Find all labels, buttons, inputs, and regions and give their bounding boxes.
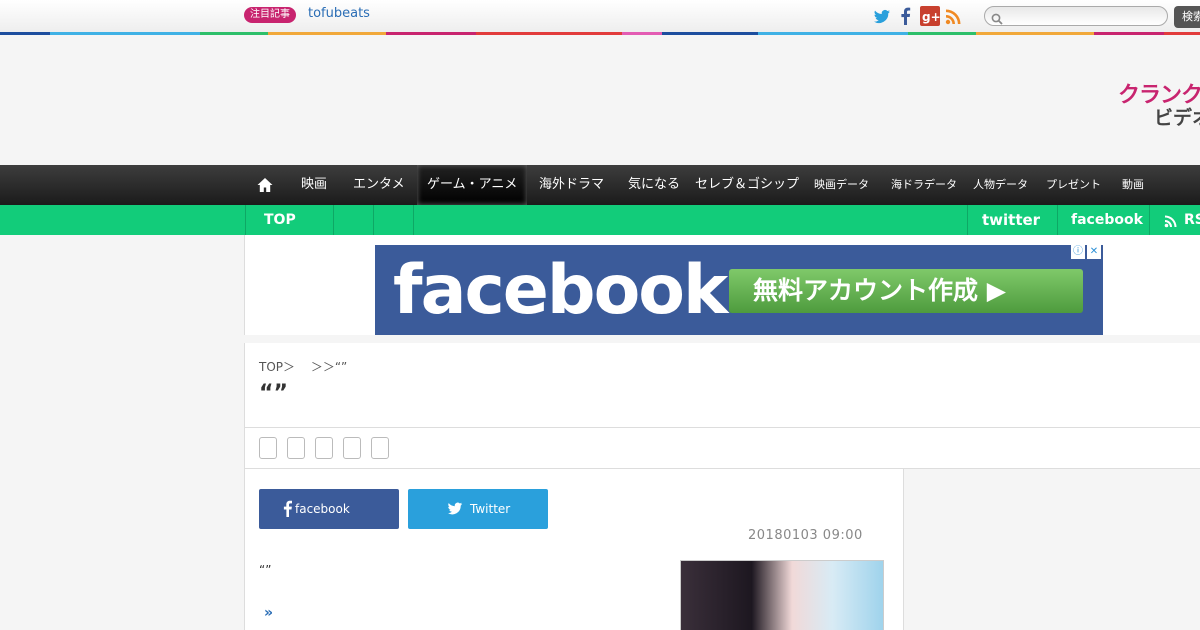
ad-brand: facebook (393, 251, 728, 330)
facebook-icon[interactable] (896, 6, 916, 26)
top-bar: 注目記事 tofubeats g+ 検索 (0, 0, 1200, 32)
search-input[interactable] (984, 6, 1168, 26)
twitter-icon (446, 499, 464, 517)
hot-topic-link[interactable]: tofubeats (308, 6, 370, 21)
top-social-icons: g+ (872, 6, 964, 26)
rss-icon (1164, 213, 1178, 228)
svg-text:g+: g+ (922, 10, 940, 24)
share-box[interactable] (259, 437, 277, 459)
read-more-link[interactable]: » (264, 605, 273, 621)
nav-item-drama-data[interactable]: 海ドラデータ (891, 165, 957, 205)
nav-item-present[interactable]: プレゼント (1046, 165, 1101, 205)
share-box[interactable] (287, 437, 305, 459)
nav-item-curious[interactable]: 気になる (628, 165, 680, 205)
nav-item-game-anime[interactable]: ゲーム・アニメ (417, 165, 528, 205)
search-icon (991, 10, 1003, 25)
share-box[interactable] (315, 437, 333, 459)
subnav-twitter[interactable]: twitter (982, 205, 1040, 235)
twitter-share-label: Twitter (470, 502, 511, 516)
subnav-rss[interactable]: RSS (1184, 205, 1200, 235)
ad-banner[interactable]: facebook 無料アカウント作成 ▶ ⓘ ✕ (375, 245, 1103, 335)
nav-item-movies[interactable]: 映画 (301, 165, 327, 205)
page-title: “” (259, 381, 288, 406)
nav-item-movie-data[interactable]: 映画データ (814, 165, 869, 205)
twitter-icon[interactable] (872, 6, 892, 26)
article-content: facebook Twitter 20180103 09:00 “” » (244, 469, 904, 630)
google-plus-icon[interactable]: g+ (920, 6, 941, 26)
main-nav: 映画 エンタメ ゲーム・アニメ 海外ドラマ 気になる セレブ＆ゴシップ 映画デー… (0, 165, 1200, 205)
share-box[interactable] (343, 437, 361, 459)
subnav-top[interactable]: TOP (264, 205, 296, 235)
search-button[interactable]: 検索 (1174, 6, 1200, 28)
nav-item-video[interactable]: 動画 (1122, 165, 1144, 205)
article-body: “” (259, 563, 272, 577)
hot-topics-badge: 注目記事 (244, 7, 296, 23)
article-header: TOP＞ ＞＞“” “” (244, 343, 1200, 469)
twitter-share-button[interactable]: Twitter (408, 489, 548, 529)
home-icon[interactable] (256, 176, 274, 194)
ad-cta-button[interactable]: 無料アカウント作成 ▶ (729, 269, 1083, 313)
site-logo-sub[interactable]: ビデオ (1154, 103, 1200, 130)
breadcrumb[interactable]: TOP＞ ＞＞“” (259, 358, 347, 375)
ad-close-icon[interactable]: ✕ (1087, 245, 1101, 259)
article-image[interactable] (680, 560, 884, 630)
facebook-share-button[interactable]: facebook (259, 489, 399, 529)
nav-item-entertainment[interactable]: エンタメ (353, 165, 405, 205)
nav-item-people-data[interactable]: 人物データ (973, 165, 1028, 205)
ad-info-icon[interactable]: ⓘ (1071, 245, 1085, 259)
nav-item-celeb-gossip[interactable]: セレブ＆ゴシップ (695, 165, 799, 205)
share-box[interactable] (371, 437, 389, 459)
facebook-share-label: facebook (295, 502, 350, 516)
subnav-facebook[interactable]: facebook (1071, 205, 1143, 235)
site-header: クランクイ ビデオ (0, 35, 1200, 165)
nav-item-overseas-drama[interactable]: 海外ドラマ (539, 165, 604, 205)
sub-nav: TOP twitter facebook RSS (0, 205, 1200, 235)
rss-icon[interactable] (944, 6, 964, 26)
publish-date: 20180103 09:00 (748, 528, 863, 543)
